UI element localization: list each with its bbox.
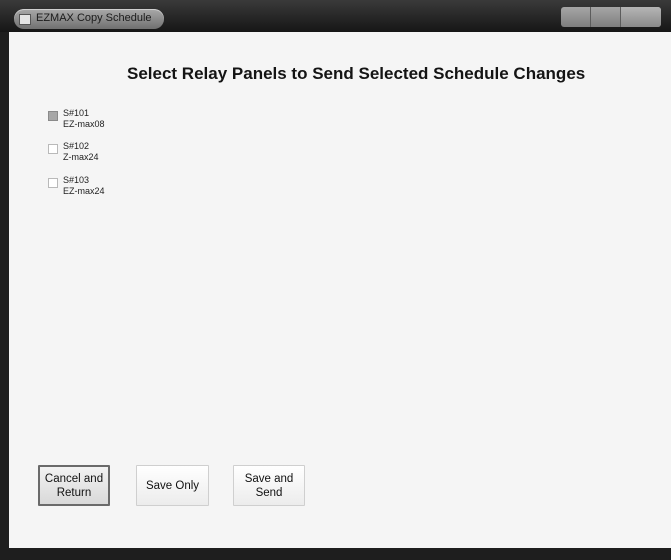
page-title: Select Relay Panels to Send Selected Sch… [127, 64, 586, 83]
panel-id: S#102 [63, 141, 90, 151]
close-icon[interactable] [620, 7, 661, 27]
minimize-icon[interactable] [561, 7, 591, 27]
panel-id: S#103 [63, 175, 90, 185]
app-icon [19, 14, 31, 25]
panel-checkbox-s101[interactable] [48, 111, 58, 121]
window-controls [561, 7, 661, 27]
maximize-icon[interactable] [591, 7, 621, 27]
panel-item-s101[interactable]: S#101 EZ-max08 [48, 108, 168, 138]
panel-item-s103[interactable]: S#103 EZ-max24 [48, 175, 168, 205]
window-title: EZMAX Copy Schedule [36, 12, 152, 24]
title-tab: EZMAX Copy Schedule [14, 9, 164, 29]
panel-checkbox-s102[interactable] [48, 144, 58, 154]
title-bar[interactable]: EZMAX Copy Schedule [0, 0, 671, 32]
cancel-button-label: Cancel and Return [44, 472, 104, 499]
panel-item-s102[interactable]: S#102 Z-max24 [48, 141, 168, 171]
save-send-button-label: Save and Send [244, 472, 294, 499]
panel-checkbox-s103[interactable] [48, 178, 58, 188]
cancel-and-return-button[interactable]: Cancel and Return [38, 465, 110, 506]
app-window: EZMAX Copy Schedule Select Relay Panels … [0, 0, 671, 560]
save-only-button[interactable]: Save Only [136, 465, 209, 506]
panel-id: S#101 [63, 108, 90, 118]
save-and-send-button[interactable]: Save and Send [233, 465, 305, 506]
panel-model: Z-max24 [63, 152, 99, 162]
panel-model: EZ-max24 [63, 186, 105, 196]
window-bottom-border [0, 548, 671, 560]
panel-model: EZ-max08 [63, 119, 105, 129]
